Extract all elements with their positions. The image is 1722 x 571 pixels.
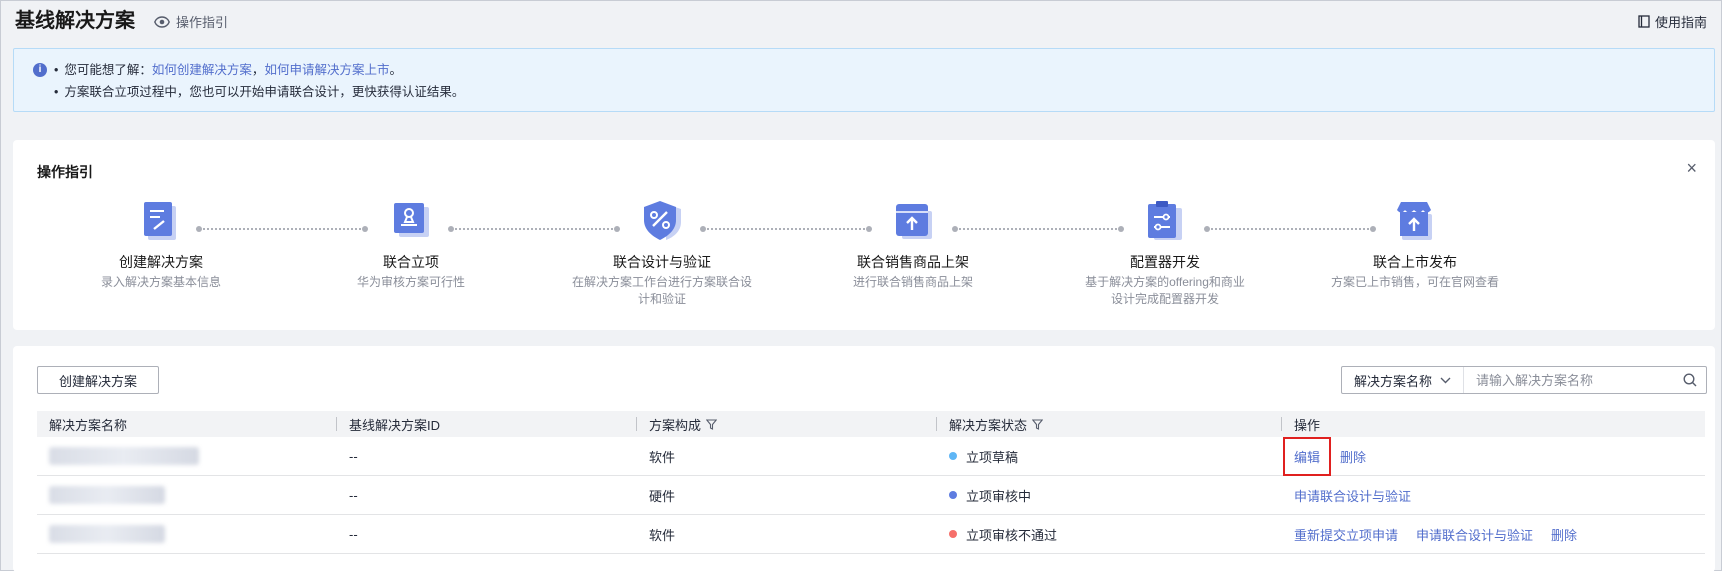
step-desc: 在解决方案工作台进行方案联合设计和验证 [572,275,753,306]
guide-step-launch: 联合上市发布 方案已上市销售，可在官网查看 [1315,198,1515,291]
user-guide-label: 使用指南 [1654,15,1707,30]
step-name: 联合立项 [383,254,439,270]
step-name: 联合销售商品上架 [857,254,969,270]
store-upload-icon [1397,202,1432,240]
info-icon: i [33,63,47,77]
actions-cell: 重新提交立项申请 申请联合设计与验证 删除 [1282,515,1705,553]
page-header: 基线解决方案 操作指引 使用指南 [1,1,1721,41]
create-solution-button[interactable]: 创建解决方案 [37,366,159,394]
search-icon [1683,373,1697,387]
search-button[interactable] [1674,367,1706,393]
column-header-id: 基线解决方案ID [337,411,637,437]
table-row: -- 软件 立项审核不通过 重新提交立项申请 申请联合设计与验证 删除 [37,515,1705,554]
step-name: 创建解决方案 [119,254,203,270]
box-upload-icon [896,204,932,239]
edit-button[interactable]: 编辑 [1283,436,1332,476]
guide-step-design: 联合设计与验证 在解决方案工作台进行方案联合设计和验证 [562,198,762,308]
step-name: 联合设计与验证 [613,254,711,270]
guide-panel-title: 操作指引 [37,164,93,180]
chevron-down-icon [1440,377,1451,383]
step-desc: 华为审核方案可行性 [356,275,465,289]
baseline-id-cell: -- [349,526,358,542]
book-icon [1638,15,1650,28]
clipboard-settings-icon [1148,201,1182,240]
close-icon[interactable]: × [1686,158,1697,178]
actions-cell: 编辑 删除 [1282,436,1705,476]
search-select-label: 解决方案名称 [1354,373,1433,389]
status-cell: 立项审核中 [937,476,1282,514]
composition-cell: 软件 [649,449,676,465]
composition-cell: 硬件 [649,488,676,504]
step-desc: 进行联合销售商品上架 [852,275,973,289]
solution-name-cell [37,476,337,514]
status-cell: 立项草稿 [937,437,1282,475]
guide-link-label: 操作指引 [176,15,229,30]
actions-cell: 申请联合设计与验证 [1282,476,1705,514]
status-dot [949,491,957,499]
info-banner: i • 您可能想了解：如何创建解决方案，如何申请解决方案上市。 • 方案联合立项过程… [13,48,1715,112]
guide-step-project: 联合立项 华为审核方案可行性 [311,198,511,291]
filter-icon[interactable] [706,418,718,430]
solution-table: 解决方案名称 基线解决方案ID 方案构成 解决方案状态 操作 -- 软件 立项草… [37,411,1705,554]
table-header: 解决方案名称 基线解决方案ID 方案构成 解决方案状态 操作 [37,411,1705,437]
step-name: 配置器开发 [1130,254,1200,270]
column-header-composition: 方案构成 [637,411,937,437]
apply-joint-design-button[interactable]: 申请联合设计与验证 [1294,486,1411,505]
create-solution-help-link[interactable]: 如何创建解决方案 [152,63,252,77]
column-header-status: 解决方案状态 [937,411,1282,437]
step-desc: 方案已上市销售，可在官网查看 [1330,275,1499,289]
column-header-name: 解决方案名称 [37,411,337,437]
user-guide-link[interactable]: 使用指南 [1638,12,1707,31]
solution-name-cell [37,515,337,553]
guide-step-configurator: 配置器开发 基于解决方案的offering和商业设计完成配置器开发 [1065,198,1265,308]
redacted-name [49,447,199,465]
solution-list-panel: 创建解决方案 解决方案名称 解决方案名称 基线解决方案ID 方案构成 [13,346,1715,571]
search-field-select[interactable]: 解决方案名称 [1342,367,1464,393]
info-line-1: • 您可能想了解：如何创建解决方案，如何申请解决方案上市。 [54,63,402,77]
guide-step-create: 创建解决方案 录入解决方案基本信息 [61,198,261,291]
filter-icon[interactable] [1032,418,1044,430]
apply-launch-help-link[interactable]: 如何申请解决方案上市 [264,63,389,77]
solution-name-cell [37,437,337,475]
redacted-name [49,525,165,543]
eye-icon [154,15,170,28]
shield-tools-icon [644,201,681,240]
status-dot [949,530,957,538]
composition-cell: 软件 [649,527,676,543]
resubmit-project-button[interactable]: 重新提交立项申请 [1294,525,1398,544]
search-group: 解决方案名称 [1341,366,1707,394]
baseline-id-cell: -- [349,448,358,464]
step-desc: 基于解决方案的offering和商业设计完成配置器开发 [1085,275,1245,306]
status-cell: 立项审核不通过 [937,515,1282,553]
info-line-2: • 方案联合立项过程中，您也可以开始申请联合设计，更快获得认证结果。 [54,85,465,99]
guide-toggle-link[interactable]: 操作指引 [154,12,228,31]
apply-joint-design-button[interactable]: 申请联合设计与验证 [1416,525,1533,544]
baseline-id-cell: -- [349,487,358,503]
column-header-actions: 操作 [1294,417,1321,433]
table-row: -- 软件 立项草稿 编辑 删除 [37,436,1705,476]
guide-step-listing: 联合销售商品上架 进行联合销售商品上架 [813,198,1013,291]
redacted-name [49,486,165,504]
operation-guide-panel: 操作指引 × 创建解决方案 录入解决方案基本信息 联合立项 华为审核方案可行性 [13,140,1715,330]
table-row: -- 硬件 立项审核中 申请联合设计与验证 [37,476,1705,515]
delete-button[interactable]: 删除 [1551,525,1577,544]
step-desc: 录入解决方案基本信息 [100,275,221,289]
document-edit-icon [144,202,176,240]
stamp-icon [394,203,429,237]
page-title: 基线解决方案 [15,10,135,32]
status-dot [949,452,957,460]
step-name: 联合上市发布 [1373,254,1457,270]
search-input[interactable] [1464,367,1674,393]
delete-button[interactable]: 删除 [1340,447,1366,466]
